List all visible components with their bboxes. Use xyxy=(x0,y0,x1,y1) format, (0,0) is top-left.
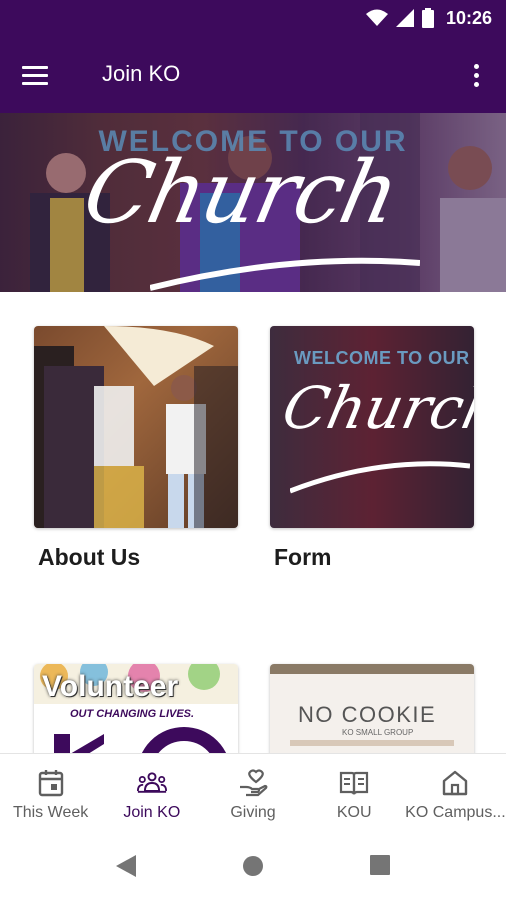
back-icon[interactable] xyxy=(116,855,136,877)
about-us-image xyxy=(34,326,238,528)
giving-hand-icon xyxy=(238,768,268,798)
battery-icon xyxy=(421,8,434,28)
card-label-form: Form xyxy=(274,544,332,570)
status-time: 10:26 xyxy=(445,7,492,28)
volunteer-title: Volunteer xyxy=(42,670,179,703)
menu-icon[interactable] xyxy=(22,58,56,92)
nav-ko-campus[interactable]: KO Campus... xyxy=(405,754,506,833)
nav-label-kou: KOU xyxy=(336,804,372,821)
no-cookie-subtitle: KO SMALL GROUP xyxy=(342,728,414,737)
hero-banner[interactable]: WELCOME TO OUR Church xyxy=(0,113,506,292)
card-form[interactable]: WELCOME TO OUR Church Form xyxy=(270,326,474,570)
nav-join-ko[interactable]: Join KO xyxy=(101,754,202,833)
form-card-church-script: Church xyxy=(276,374,474,442)
page-title: Join KO xyxy=(102,61,181,86)
book-icon xyxy=(339,768,369,798)
card-label-about-us: About Us xyxy=(38,544,141,570)
nav-label-giving: Giving xyxy=(230,804,276,821)
banner-swoosh xyxy=(150,257,420,291)
nav-label-ko-campus: KO Campus... xyxy=(405,804,506,821)
nav-label-join-ko: Join KO xyxy=(123,804,181,821)
form-image: WELCOME TO OUR Church xyxy=(270,326,474,528)
more-options-icon[interactable] xyxy=(466,58,486,92)
home-icon xyxy=(440,768,470,798)
no-cookie-title: NO COOKIE xyxy=(298,702,437,727)
form-card-welcome-text: WELCOME TO OUR xyxy=(294,348,470,368)
calendar-icon xyxy=(36,768,66,798)
system-navigation-bar xyxy=(0,833,506,900)
nav-kou[interactable]: KOU xyxy=(304,754,405,833)
app-bar: Join KO xyxy=(0,36,506,113)
volunteer-subtitle: OUT CHANGING LIVES. xyxy=(70,708,195,720)
nav-label-this-week: This Week xyxy=(12,804,89,821)
bottom-navigation: This Week Join KO Giving KOU KO Campus..… xyxy=(0,753,506,833)
nav-giving[interactable]: Giving xyxy=(202,754,303,833)
group-icon xyxy=(136,768,167,798)
wifi-icon xyxy=(365,9,388,26)
card-about-us[interactable]: About Us xyxy=(34,326,238,570)
home-button-icon[interactable] xyxy=(242,855,264,877)
signal-icon xyxy=(395,9,414,27)
banner-church-script: Church xyxy=(75,143,406,243)
nav-this-week[interactable]: This Week xyxy=(0,754,101,833)
status-bar: 10:26 xyxy=(0,0,506,36)
status-icons: 10:26 xyxy=(365,0,492,36)
recents-icon[interactable] xyxy=(370,855,390,875)
